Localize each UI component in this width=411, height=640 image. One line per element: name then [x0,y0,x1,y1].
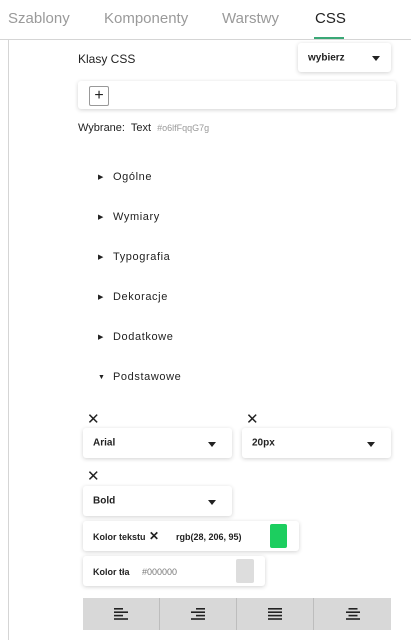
class-select-value: wybierz [308,52,345,63]
add-class-button[interactable]: + [89,86,109,106]
class-select[interactable]: wybierz [298,43,391,72]
chevron-down-icon [208,500,216,505]
tab-warstwy[interactable]: Warstwy [222,10,279,27]
section-label: Dodatkowe [113,331,174,343]
align-center-button[interactable] [314,598,391,630]
selected-id: #o6lfFqqG7g [157,123,210,133]
clear-font-size-icon[interactable]: ✕ [246,412,259,427]
chevron-down-icon [367,442,375,447]
align-right-button[interactable] [160,598,237,630]
bg-color-input[interactable]: #000000 [142,567,177,577]
section-podstawowe[interactable]: ▼ Podstawowe [98,371,181,383]
tab-szablony[interactable]: Szablony [8,10,70,27]
tab-komponenty[interactable]: Komponenty [104,10,188,27]
selected-element: Wybrane: Text #o6lfFqqG7g [78,122,209,134]
chevron-down-icon [372,56,380,61]
section-typografia[interactable]: ▶ Typografia [98,251,170,263]
caret-right-icon: ▶ [98,174,104,181]
bg-color-field: Kolor tła #000000 [83,556,265,586]
section-label: Typografia [113,251,171,263]
font-weight-value: Bold [93,495,116,507]
section-label: Podstawowe [113,371,182,383]
caret-down-icon: ▼ [98,374,106,381]
section-label: Wymiary [113,211,160,223]
section-label: Ogólne [113,171,153,183]
text-align-group [83,598,391,630]
active-tab-indicator [314,37,344,39]
font-family-value: Arial [93,437,116,449]
text-color-label: Kolor tekstu [93,532,146,542]
tab-css[interactable]: CSS [315,10,346,27]
section-dodatkowe[interactable]: ▶ Dodatkowe [98,331,173,343]
section-ogolne[interactable]: ▶ Ogólne [98,171,152,183]
section-label: Dekoracje [113,291,168,303]
class-add-row: + [78,81,396,109]
text-color-field: Kolor tekstu ✕ rgb(28, 206, 95) [83,521,299,551]
bg-color-label: Kolor tła [93,567,130,577]
section-dekoracje[interactable]: ▶ Dekoracje [98,291,168,303]
text-color-swatch[interactable] [270,524,287,548]
caret-right-icon: ▶ [98,254,104,261]
align-left-button[interactable] [83,598,160,630]
align-justify-button[interactable] [237,598,314,630]
section-wymiary[interactable]: ▶ Wymiary [98,211,160,223]
caret-right-icon: ▶ [98,214,104,221]
clear-font-weight-icon[interactable]: ✕ [87,469,100,484]
align-right-icon [191,608,205,620]
selected-label: Wybrane: [78,122,125,134]
font-size-value: 20px [252,437,275,449]
align-justify-icon [268,608,282,620]
css-classes-label: Klasy CSS [78,52,136,66]
font-size-select[interactable]: 20px [242,428,391,458]
font-family-select[interactable]: Arial [83,428,232,458]
selected-name: Text [130,122,152,134]
caret-right-icon: ▶ [98,334,104,341]
clear-text-color-icon[interactable]: ✕ [149,530,159,542]
clear-font-family-icon[interactable]: ✕ [87,412,100,427]
align-center-icon [345,608,360,620]
caret-right-icon: ▶ [98,294,104,301]
chevron-down-icon [208,442,216,447]
font-weight-select[interactable]: Bold [83,486,232,516]
text-color-value[interactable]: rgb(28, 206, 95) [176,532,242,542]
bg-color-swatch[interactable] [236,559,254,583]
tab-bar: Szablony Komponenty Warstwy CSS [0,0,411,40]
align-left-icon [114,608,128,620]
